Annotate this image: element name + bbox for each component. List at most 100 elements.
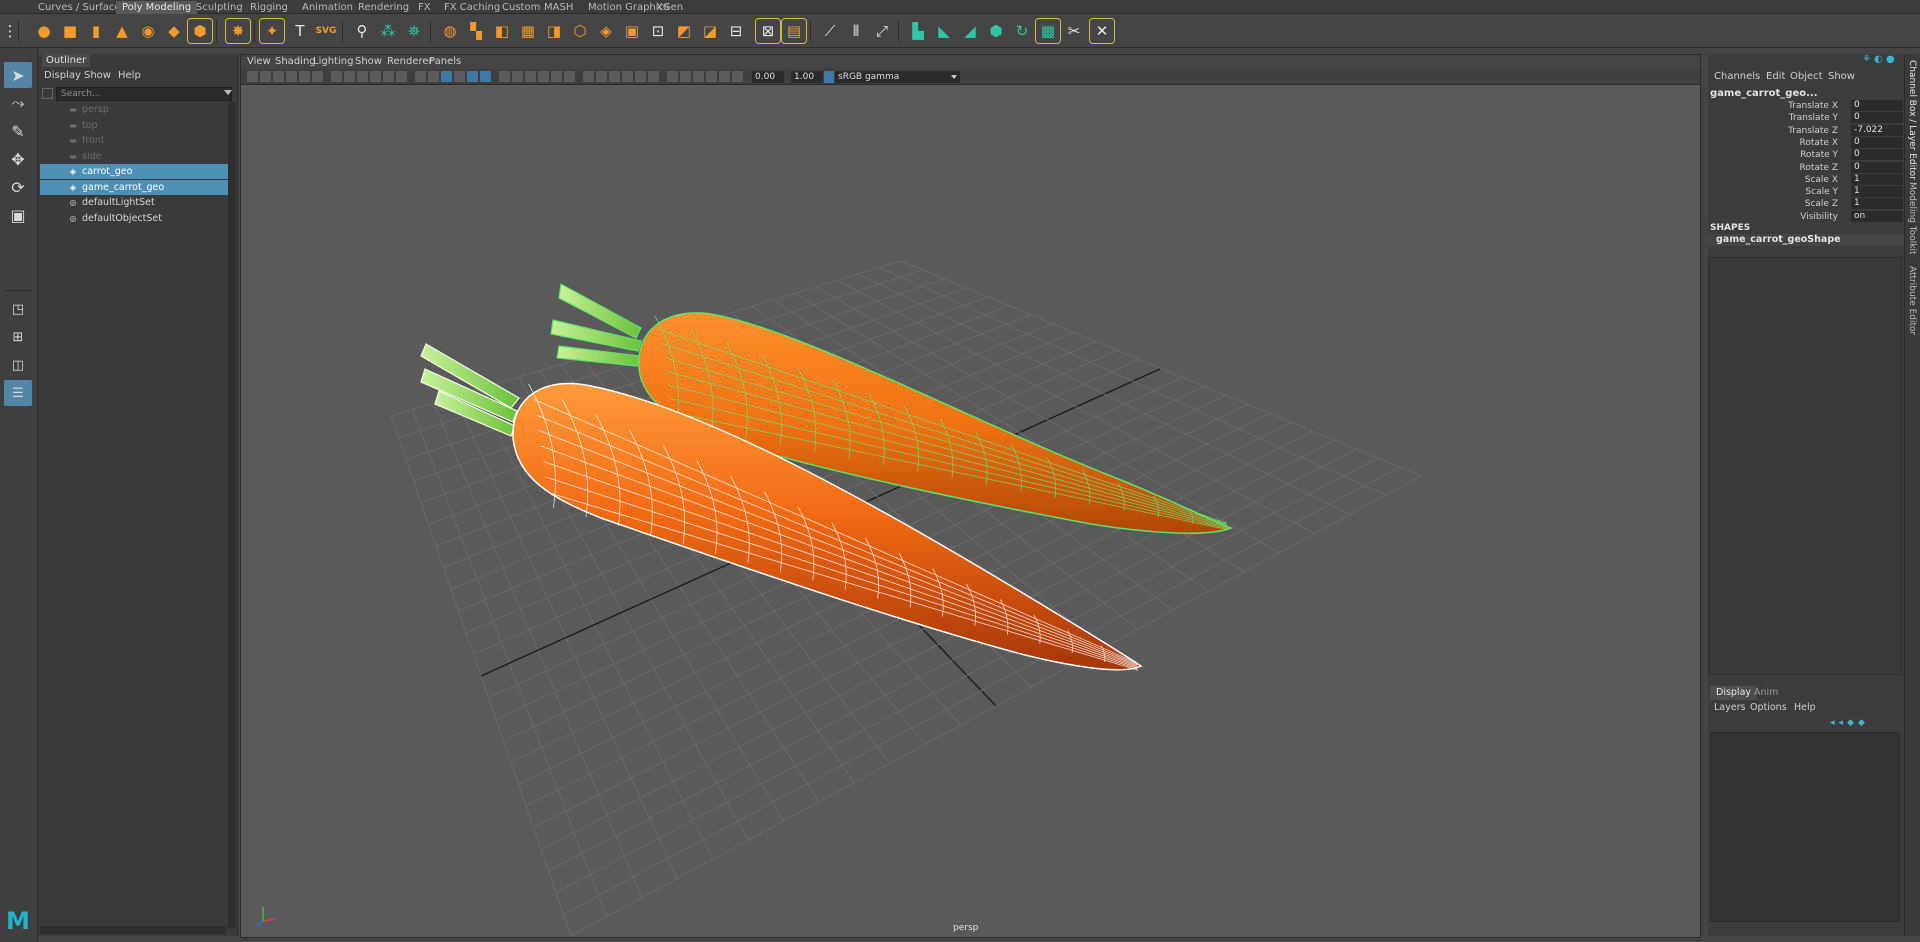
lasso-tool-icon[interactable]: ⤳ — [4, 90, 32, 116]
poly-cube-icon[interactable]: ■ — [58, 19, 82, 43]
viewport-toolbar-button[interactable] — [370, 71, 381, 82]
channel-value[interactable]: 0 — [1851, 112, 1903, 124]
viewport-toolbar-button[interactable] — [680, 71, 691, 82]
poly-cone-icon[interactable]: ▲ — [110, 19, 134, 43]
shelf-tab-sculpting[interactable]: Sculpting — [190, 1, 249, 14]
show-menu[interactable]: Show — [1828, 71, 1855, 83]
sculpt-tool-icon[interactable]: ⚲ — [350, 19, 374, 43]
combine-icon[interactable]: ◍ — [438, 19, 462, 43]
viewport-toolbar-button[interactable] — [344, 71, 355, 82]
viewport-toolbar-button[interactable] — [247, 71, 258, 82]
symmetry-icon[interactable]: ⛯ — [402, 19, 426, 43]
extract-icon[interactable]: ◧ — [490, 19, 514, 43]
outliner-item[interactable]: ▬ side — [40, 149, 228, 164]
scale-tool-icon[interactable]: ▣ — [4, 202, 32, 228]
platonic-solid-icon[interactable]: ✸ — [225, 18, 251, 44]
viewport-toolbar-button[interactable] — [357, 71, 368, 82]
channel-value[interactable]: 0 — [1851, 161, 1903, 173]
viewport-toolbar-button[interactable] — [312, 71, 323, 82]
object-menu[interactable]: Object — [1790, 71, 1823, 83]
viewport-toolbar-button[interactable] — [480, 71, 491, 82]
select-tool-icon[interactable]: ➤ — [4, 62, 32, 88]
smooth-icon[interactable]: ⬡ — [568, 19, 592, 43]
outliner-horizontal-scrollbar[interactable] — [40, 926, 226, 934]
uv-planar-icon[interactable]: ▙ — [906, 19, 930, 43]
super-shape-icon[interactable]: ✦ — [259, 18, 285, 44]
viewport-toolbar-button[interactable] — [732, 71, 743, 82]
outliner-menu-show[interactable]: Show — [84, 69, 111, 83]
single-pane-layout-icon[interactable]: ◳ — [4, 296, 32, 322]
viewport-toolbar-button[interactable] — [260, 71, 271, 82]
viewport-menu-renderer[interactable]: Renderer — [387, 55, 433, 69]
outliner-vertical-scrollbar[interactable] — [228, 102, 236, 928]
outliner-item[interactable]: ◎ defaultLightSet — [40, 195, 228, 210]
channel-row[interactable]: Visibility on — [1708, 210, 1904, 223]
chevron-down-icon[interactable] — [951, 75, 957, 79]
tab-attribute-editor[interactable]: Attribute Editor — [1907, 266, 1917, 335]
checker-icon[interactable]: ▩ — [1035, 18, 1061, 44]
viewport-menu-lighting[interactable]: Lighting — [313, 55, 353, 69]
options-menu[interactable]: Options — [1750, 701, 1787, 715]
channel-row[interactable]: Rotate Z 0 — [1708, 161, 1904, 174]
viewport-toolbar-button[interactable] — [551, 71, 562, 82]
viewport-toolbar-button[interactable] — [564, 71, 575, 82]
viewport-scene[interactable] — [241, 86, 1700, 937]
layers-menu[interactable]: Layers — [1714, 701, 1745, 715]
shelf-tab-rigging[interactable]: Rigging — [244, 1, 294, 14]
multi-cut-icon[interactable]: ⟋ — [818, 19, 842, 43]
cut-uv-icon[interactable]: ✂ — [1062, 19, 1086, 43]
poly-disc-icon[interactable]: ⬢ — [187, 18, 213, 44]
channel-value[interactable]: 0 — [1851, 100, 1903, 111]
collapse-icon[interactable]: ⊟ — [724, 19, 748, 43]
channel-value[interactable]: -7.022 — [1851, 124, 1903, 136]
soft-select-icon[interactable]: ⁂ — [376, 19, 400, 43]
viewport-toolbar-button[interactable] — [273, 71, 284, 82]
channels-menu[interactable]: Channels — [1714, 71, 1760, 83]
shelf-tab-rendering[interactable]: Rendering — [352, 1, 415, 14]
viewport-toolbar-button[interactable] — [299, 71, 310, 82]
poly-plane-icon[interactable]: ◆ — [162, 19, 186, 43]
viewport-toolbar-button[interactable] — [596, 71, 607, 82]
channel-value[interactable]: 1 — [1851, 173, 1903, 185]
panel-toggle-icons[interactable]: ⚘ ◐ ● — [1862, 54, 1902, 66]
fill-hole-icon[interactable]: ⊡ — [646, 19, 670, 43]
gamma-field[interactable]: 1.00 — [791, 71, 823, 83]
svg-tool-icon[interactable]: SVG — [314, 19, 338, 43]
outliner-menu-display[interactable]: Display — [44, 69, 81, 83]
uv-cylindrical-icon[interactable]: ◣ — [932, 19, 956, 43]
channel-row[interactable]: Scale X 1 — [1708, 173, 1904, 186]
perspective-viewport[interactable]: View Shading Lighting Show Renderer Panels 0.… — [240, 54, 1701, 938]
rotate-tool-icon[interactable]: ⟳ — [4, 174, 32, 200]
layer-action-icons[interactable]: ◂◂◆◆ — [1830, 718, 1900, 728]
shape-node-name[interactable]: game_carrot_geoShape — [1708, 234, 1904, 246]
outliner-layout-icon[interactable]: ☰ — [4, 380, 32, 406]
viewport-toolbar-button[interactable] — [609, 71, 620, 82]
mirror-icon[interactable]: ◨ — [542, 19, 566, 43]
shelf-tab-fx[interactable]: FX — [412, 1, 437, 14]
layer-list[interactable] — [1710, 732, 1900, 922]
viewport-toolbar-button[interactable] — [583, 71, 594, 82]
outliner-item[interactable]: ◈ game_carrot_geo — [40, 179, 228, 195]
poly-cylinder-icon[interactable]: ▮ — [84, 19, 108, 43]
viewport-toolbar-button[interactable] — [499, 71, 510, 82]
uv-automatic-icon[interactable]: ⬢ — [984, 19, 1008, 43]
outliner-item[interactable]: ▬ persp — [40, 102, 228, 117]
offset-edge-loop-icon[interactable]: ⤢ — [870, 19, 894, 43]
outliner-item[interactable]: ▬ top — [40, 118, 228, 133]
boolean-icon[interactable]: ▦ — [516, 19, 540, 43]
sew-uv-icon[interactable]: ✕ — [1089, 18, 1115, 44]
viewport-toolbar-button[interactable] — [719, 71, 730, 82]
channel-row[interactable]: Rotate X 0 — [1708, 136, 1904, 149]
uv-spherical-icon[interactable]: ◢ — [958, 19, 982, 43]
poly-torus-icon[interactable]: ◉ — [136, 19, 160, 43]
channel-row[interactable]: Translate Y 0 — [1708, 112, 1904, 124]
viewport-menu-shading[interactable]: Shading — [275, 55, 316, 69]
viewport-toolbar-button[interactable] — [525, 71, 536, 82]
triangulate-icon[interactable]: ◩ — [672, 19, 696, 43]
two-pane-layout-icon[interactable]: ◫ — [4, 352, 32, 378]
viewport-toolbar-button[interactable] — [396, 71, 407, 82]
outliner-item[interactable]: ◈ carrot_geo — [40, 164, 228, 179]
shelf-options-icon[interactable]: ⋮ — [3, 19, 18, 43]
viewport-toolbar-button[interactable] — [693, 71, 704, 82]
channel-value[interactable]: 1 — [1851, 198, 1903, 210]
